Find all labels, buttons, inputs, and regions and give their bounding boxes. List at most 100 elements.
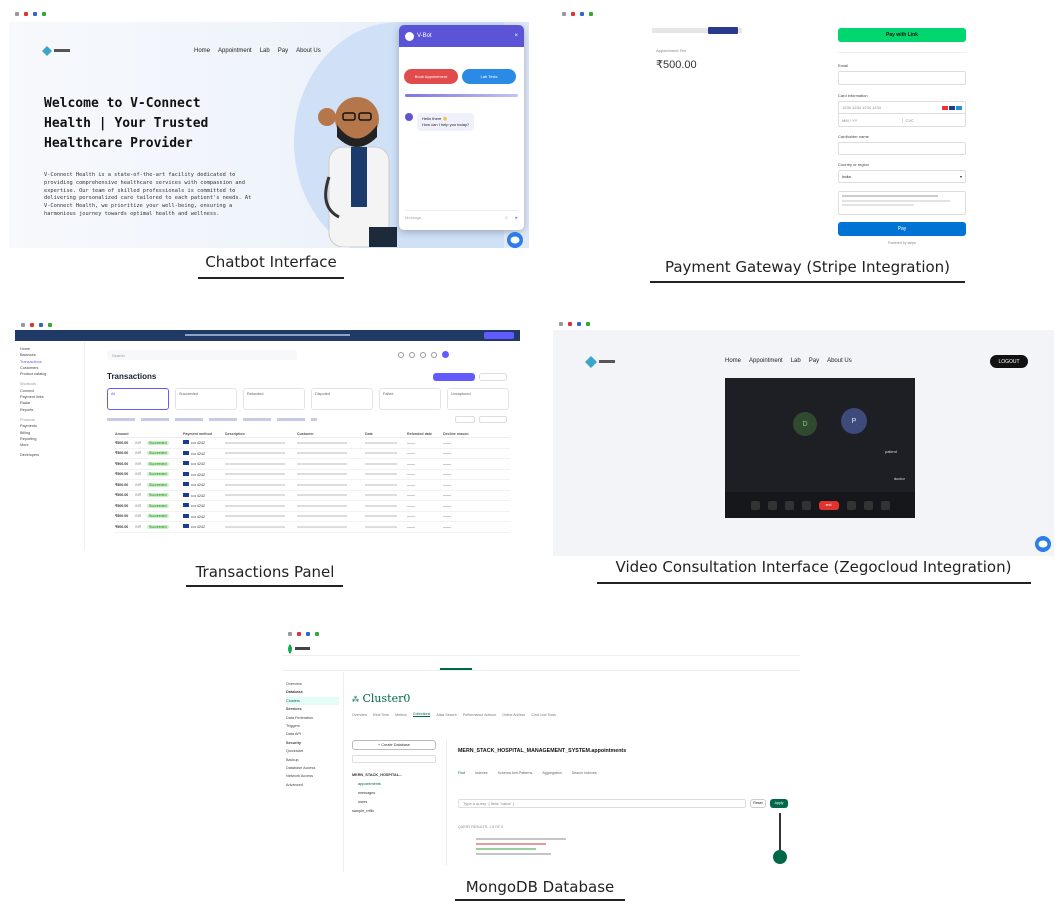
nav-about[interactable]: About Us [296,48,321,54]
create-payment-button[interactable] [433,373,475,381]
nav-lab[interactable]: Lab [260,48,270,54]
settings-icon[interactable] [420,351,426,358]
left-nav-item[interactable]: Overview [286,680,339,688]
notifications-icon[interactable] [409,351,415,358]
filter-card-disputed[interactable]: Disputed [311,388,373,410]
table-row[interactable]: ₹500.00 INR Succeeded •••• 4242 [115,512,510,522]
subtab-schema[interactable]: Schema Anti-Patterns [498,771,533,775]
nav-appointment[interactable]: Appointment [749,358,783,364]
settings-icon[interactable] [880,500,890,510]
nav-pay[interactable]: Pay [278,48,288,54]
database-item[interactable]: sample_mflix [352,807,446,816]
tab-atlas-search[interactable]: Atlas Search [436,713,456,717]
table-row[interactable]: ₹500.00 INR Succeeded •••• 4242 [115,459,510,470]
database-item[interactable]: MERN_STACK_HOSPITAL... [352,771,446,780]
close-icon[interactable]: × [514,33,518,39]
collection-item[interactable]: appointments [352,780,446,789]
assistant-button[interactable] [773,850,787,864]
tab-collections[interactable]: Collections [412,712,431,717]
subtab-indexes[interactable]: Indexes [475,771,488,775]
help-icon[interactable] [398,351,404,358]
chat-launcher-button[interactable] [507,232,523,248]
left-nav-item[interactable]: Security [286,739,339,747]
expiry-field[interactable]: MM / YY [839,117,903,123]
filter-card-failed[interactable]: Failed [379,388,441,410]
book-appointment-button[interactable]: Book Appointment [404,69,458,84]
camera-icon[interactable] [767,500,777,510]
export-button[interactable] [455,416,475,423]
nav-pay[interactable]: Pay [809,358,819,364]
nav-home[interactable]: Home [725,358,741,364]
apply-button[interactable]: Apply [770,798,788,808]
create-database-button[interactable]: + Create Database [352,740,436,750]
chat-input[interactable]: Message... [405,215,425,220]
left-nav-item[interactable]: Data API [286,730,339,738]
table-row[interactable]: ₹500.00 INR Succeeded •••• 4242 [115,480,510,491]
pay-button[interactable]: Pay [838,222,966,236]
subtab-aggregation[interactable]: Aggregation [542,771,561,775]
collection-item[interactable]: messages [352,789,446,798]
lab-tests-button[interactable]: Lab Tests [462,69,516,84]
left-nav-item[interactable]: Quickstart [286,747,339,755]
nav-home[interactable]: Home [194,48,210,54]
cardholder-name-field[interactable] [838,142,966,155]
save-info-box[interactable] [838,191,966,215]
filter-card-uncaptured[interactable]: Uncaptured [447,388,509,410]
left-nav-item[interactable]: Advanced [286,781,339,789]
search-input[interactable]: Search [107,350,297,360]
table-row[interactable]: ₹500.00 INR Succeeded •••• 4242 [115,449,510,459]
upgrade-button[interactable] [484,332,514,339]
left-nav-item[interactable]: Database [286,688,339,696]
send-icon[interactable]: ➤ [515,215,518,220]
tab-cmd-line-tools[interactable]: Cmd Line Tools [531,713,556,717]
table-row[interactable]: ₹500.00 INR Succeeded •••• 4242 [115,522,510,533]
left-nav-item[interactable]: Triggers [286,722,339,730]
sidebar-item-product-catalog[interactable]: Product catalog [20,371,79,377]
emoji-icon[interactable]: ☺ [505,215,509,220]
reset-button[interactable]: Reset [750,798,766,808]
nav-appointment[interactable]: Appointment [218,48,252,54]
sidebar-item-developers[interactable]: Developers [20,452,79,458]
pay-with-link-button[interactable]: Pay with Link [838,28,966,42]
table-row[interactable]: ₹500.00 INR Succeeded •••• 4242 [115,438,510,449]
subtab-search-indexes[interactable]: Search Indexes [572,771,597,775]
cvc-field[interactable]: CVC [903,118,966,123]
tab-real-time[interactable]: Real Time [373,713,389,717]
logout-button[interactable]: LOGOUT [990,355,1028,368]
table-row[interactable]: ₹500.00 INR Succeeded •••• 4242 [115,501,510,512]
end-call-button[interactable]: end [818,500,839,510]
tab-performance-advisor[interactable]: Performance Advisor [463,713,496,717]
sidebar-item-more[interactable]: More [20,442,79,448]
tab-overview[interactable]: Overview [352,713,367,717]
tab-metrics[interactable]: Metrics [395,713,407,717]
scrollbar[interactable] [779,813,781,853]
edit-columns-button[interactable] [479,416,507,423]
collection-item[interactable]: users [352,798,446,807]
more-icon[interactable] [801,500,811,510]
sidebar-item-reports[interactable]: Reports [20,407,79,413]
microphone-icon[interactable] [750,500,760,510]
table-row[interactable]: ₹500.00 INR Succeeded •••• 4242 [115,491,510,501]
filter-input[interactable]: Type a query: { field: 'value' } [458,798,746,808]
filter-card-refunded[interactable]: Refunded [243,388,305,410]
email-field[interactable] [838,71,966,85]
left-nav-item[interactable]: Services [286,705,339,713]
participants-icon[interactable] [863,500,873,510]
nav-about[interactable]: About Us [827,358,852,364]
tab-online-archive[interactable]: Online Archive [502,713,525,717]
chat-launcher-button[interactable] [1035,536,1051,552]
subtab-find[interactable]: Find [458,771,465,775]
country-select[interactable]: India ▾ [838,170,966,183]
left-nav-item[interactable]: Backup [286,756,339,764]
left-nav-item[interactable]: Clusters [286,696,339,706]
nav-lab[interactable]: Lab [791,358,801,364]
filter-card-succeeded[interactable]: Succeeded [175,388,237,410]
table-row[interactable]: ₹500.00 INR Succeeded •••• 4242 [115,470,510,480]
speaker-icon[interactable] [784,500,794,510]
chat-icon[interactable] [846,500,856,510]
add-icon[interactable] [431,351,437,358]
left-nav-item[interactable]: Data Federation [286,714,339,722]
project-tab[interactable] [440,659,472,670]
analyze-button[interactable] [479,373,507,381]
left-nav-item[interactable]: Network Access [286,772,339,780]
